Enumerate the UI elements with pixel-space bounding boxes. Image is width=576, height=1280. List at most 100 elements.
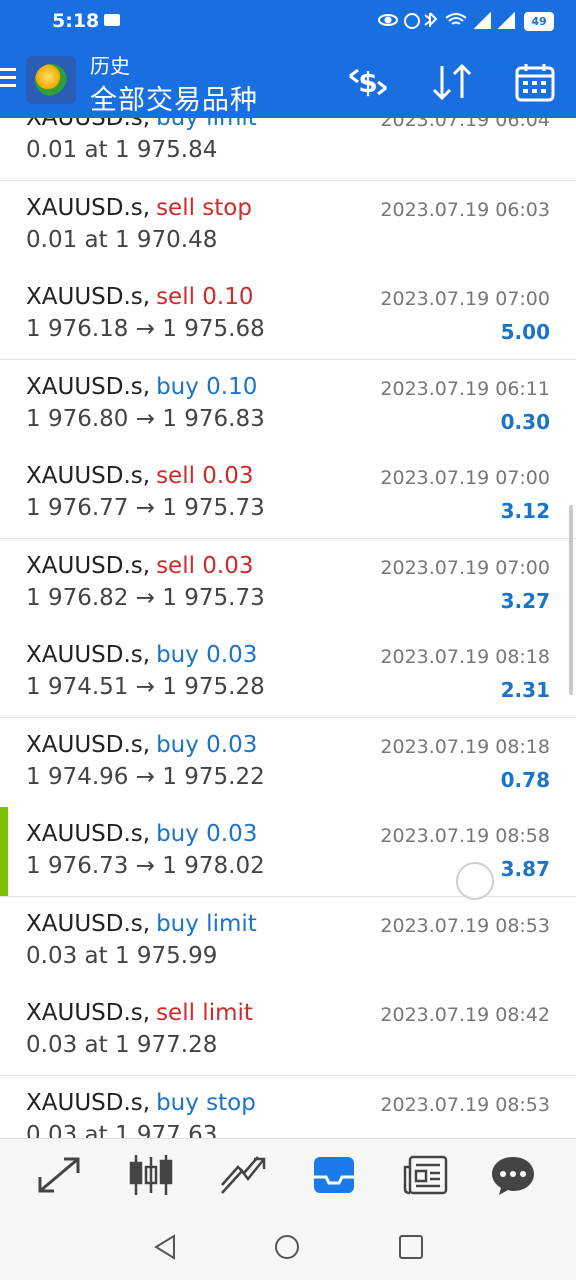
row-detail: 1 974.96 → 1 975.22 bbox=[26, 764, 265, 790]
row-detail: 0.03 at 1 975.99 bbox=[26, 943, 218, 969]
row-date: 2023.07.19 08:18 bbox=[380, 736, 550, 758]
row-symbol: XAUUSD.s, bbox=[26, 732, 151, 758]
history-row[interactable]: XAUUSD.s, sell 0.10 1 976.18 → 1 975.68 2… bbox=[0, 270, 576, 360]
history-row[interactable]: XAUUSD.s, buy 0.03 1 974.51 → 1 975.28 20… bbox=[0, 628, 576, 718]
status-time: 5:18 bbox=[52, 10, 100, 32]
row-detail: 1 976.77 → 1 975.73 bbox=[26, 495, 265, 521]
row-symbol: XAUUSD.s, bbox=[26, 1000, 151, 1026]
row-detail: 1 976.73 → 1 978.02 bbox=[26, 853, 265, 879]
row-symbol: XAUUSD.s, bbox=[26, 374, 151, 400]
sort-icon[interactable] bbox=[430, 62, 474, 102]
signal-4g-icon bbox=[473, 11, 491, 29]
row-order-type: buy stop bbox=[156, 1090, 256, 1116]
back-icon[interactable] bbox=[150, 1232, 180, 1262]
history-icon[interactable] bbox=[310, 1153, 360, 1197]
row-profit: 0.78 bbox=[500, 768, 550, 792]
row-detail: 0.01 at 1 975.84 bbox=[26, 137, 218, 163]
page-subtitle: 历史 bbox=[90, 54, 130, 78]
bluetooth-icon bbox=[424, 12, 438, 27]
row-date: 2023.07.19 07:00 bbox=[380, 467, 550, 489]
svg-text:$: $ bbox=[358, 66, 377, 99]
row-order-type: buy limit bbox=[156, 911, 257, 937]
row-symbol: XAUUSD.s, bbox=[26, 911, 151, 937]
row-order-type: buy 0.03 bbox=[156, 732, 258, 758]
row-order-type: sell 0.03 bbox=[156, 553, 254, 579]
history-row[interactable]: XAUUSD.s, sell stop 0.01 at 1 970.48 2023… bbox=[0, 181, 576, 271]
trade-icon[interactable] bbox=[218, 1153, 268, 1197]
row-order-type: buy 0.03 bbox=[156, 642, 258, 668]
system-nav-bar bbox=[0, 1212, 576, 1280]
row-date: 2023.07.19 07:00 bbox=[380, 557, 550, 579]
row-detail: 0.03 at 1 977.63 bbox=[26, 1122, 218, 1138]
quotes-icon[interactable] bbox=[34, 1153, 84, 1197]
row-detail: 1 976.80 → 1 976.83 bbox=[26, 406, 265, 432]
camera-recording-icon bbox=[104, 14, 120, 26]
row-detail: 0.03 at 1 977.28 bbox=[26, 1032, 218, 1058]
status-icons-svg bbox=[378, 11, 515, 29]
history-row[interactable]: XAUUSD.s, buy limit 0.01 at 1 975.84 2023… bbox=[0, 118, 576, 181]
status-icons bbox=[378, 10, 528, 34]
row-date: 2023.07.19 08:53 bbox=[380, 1094, 550, 1116]
selected-marker bbox=[0, 807, 8, 896]
history-row[interactable]: XAUUSD.s, sell limit 0.03 at 1 977.28 202… bbox=[0, 986, 576, 1076]
scrollbar[interactable] bbox=[569, 505, 573, 695]
row-order-type: sell stop bbox=[156, 195, 252, 221]
row-date: 2023.07.19 06:04 bbox=[380, 118, 550, 131]
recents-icon[interactable] bbox=[396, 1232, 426, 1262]
row-symbol: XAUUSD.s, bbox=[26, 553, 151, 579]
row-symbol: XAUUSD.s, bbox=[26, 463, 151, 489]
row-profit: 3.27 bbox=[500, 589, 550, 613]
row-order-type: buy limit bbox=[156, 118, 257, 131]
menu-icon[interactable] bbox=[0, 68, 16, 92]
row-profit: 2.31 bbox=[500, 678, 550, 702]
history-list[interactable]: XAUUSD.s, buy limit 0.01 at 1 975.84 2023… bbox=[0, 118, 576, 1138]
row-profit: 0.30 bbox=[500, 410, 550, 434]
bottom-tab-bar bbox=[0, 1138, 576, 1213]
battery-indicator: 49 bbox=[524, 12, 554, 31]
news-icon[interactable] bbox=[402, 1153, 452, 1197]
history-row[interactable]: XAUUSD.s, buy limit 0.03 at 1 975.99 2023… bbox=[0, 897, 576, 987]
symbol-filter-title[interactable]: 全部交易品种 bbox=[90, 78, 258, 117]
row-date: 2023.07.19 08:53 bbox=[380, 915, 550, 937]
row-order-type: sell 0.03 bbox=[156, 463, 254, 489]
row-detail: 1 976.18 → 1 975.68 bbox=[26, 316, 265, 342]
row-detail: 1 974.51 → 1 975.28 bbox=[26, 674, 265, 700]
app-bar: 5:18 49 历史 全部交易品种 $ bbox=[0, 0, 576, 118]
row-symbol: XAUUSD.s, bbox=[26, 195, 151, 221]
row-symbol: XAUUSD.s, bbox=[26, 642, 151, 668]
history-row[interactable]: XAUUSD.s, sell 0.03 1 976.77 → 1 975.73 2… bbox=[0, 449, 576, 539]
row-profit: 3.87 bbox=[500, 857, 550, 881]
row-detail: 0.01 at 1 970.48 bbox=[26, 227, 218, 253]
messages-icon[interactable] bbox=[488, 1153, 538, 1197]
calendar-icon[interactable] bbox=[514, 62, 558, 102]
history-row[interactable]: XAUUSD.s, buy 0.10 1 976.80 → 1 976.83 20… bbox=[0, 360, 576, 450]
app-logo bbox=[26, 56, 76, 104]
signal-4g-icon bbox=[497, 11, 515, 29]
row-date: 2023.07.19 06:11 bbox=[380, 378, 550, 400]
wifi-icon bbox=[445, 13, 467, 25]
row-date: 2023.07.19 08:18 bbox=[380, 646, 550, 668]
row-symbol: XAUUSD.s, bbox=[26, 284, 151, 310]
history-row[interactable]: XAUUSD.s, sell 0.03 1 976.82 → 1 975.73 2… bbox=[0, 539, 576, 629]
history-row[interactable]: XAUUSD.s, buy 0.03 1 974.96 → 1 975.22 20… bbox=[0, 718, 576, 808]
row-date: 2023.07.19 06:03 bbox=[380, 199, 550, 221]
row-symbol: XAUUSD.s, bbox=[26, 821, 151, 847]
touch-indicator bbox=[456, 862, 494, 900]
row-profit: 5.00 bbox=[500, 320, 550, 344]
row-order-type: buy 0.10 bbox=[156, 374, 258, 400]
row-order-type: sell 0.10 bbox=[156, 284, 254, 310]
alarm-icon bbox=[404, 13, 420, 29]
row-detail: 1 976.82 → 1 975.73 bbox=[26, 585, 265, 611]
row-symbol: XAUUSD.s, bbox=[26, 1090, 151, 1116]
row-profit: 3.12 bbox=[500, 499, 550, 523]
row-order-type: buy 0.03 bbox=[156, 821, 258, 847]
status-bar: 5:18 49 bbox=[0, 0, 576, 42]
currency-exchange-icon[interactable]: $ bbox=[346, 62, 390, 102]
row-date: 2023.07.19 08:42 bbox=[380, 1004, 550, 1026]
home-icon[interactable] bbox=[272, 1232, 302, 1262]
row-date: 2023.07.19 07:00 bbox=[380, 288, 550, 310]
row-order-type: sell limit bbox=[156, 1000, 253, 1026]
row-date: 2023.07.19 08:58 bbox=[380, 825, 550, 847]
chart-icon[interactable] bbox=[126, 1153, 176, 1197]
history-row[interactable]: XAUUSD.s, buy stop 0.03 at 1 977.63 2023.… bbox=[0, 1076, 576, 1138]
